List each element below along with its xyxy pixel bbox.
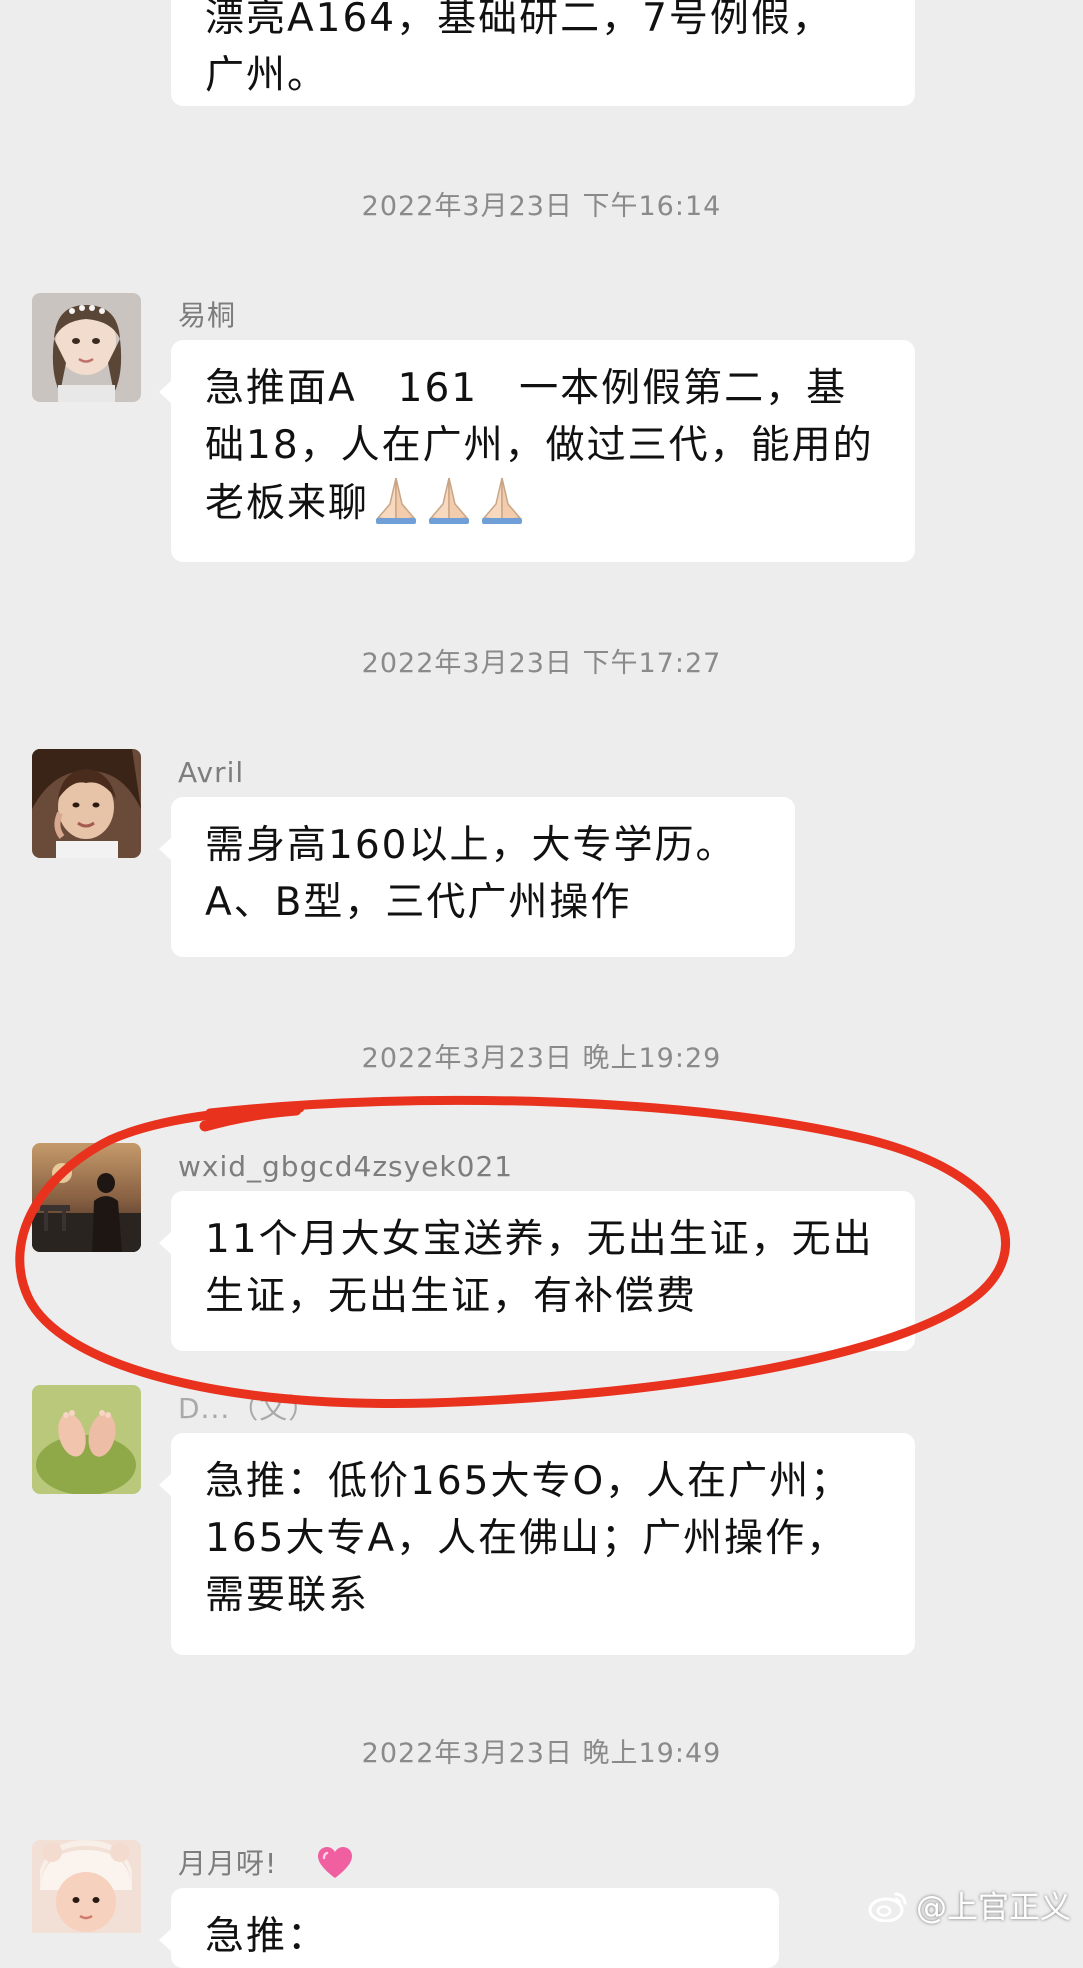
folded-hands-icon (429, 477, 470, 524)
pink-heart-icon (318, 1847, 352, 1878)
message-bubble[interactable]: 11个月大女宝送养，无出生证，无出生证，无出生证，有补偿费 (159, 1191, 915, 1351)
sunset-silhouette-avatar[interactable] (32, 1143, 141, 1252)
message-text: 需身高160以上，大专学历。 (205, 823, 737, 868)
message-bubble[interactable]: 急推：低价165大专O，人在广州；165大专A，人在佛山；广州操作，需要联系 (159, 1433, 915, 1655)
message-timestamp: 2022年3月23日 晚上19:29 (361, 1043, 722, 1074)
message-timestamp: 2022年3月23日 下午16:14 (361, 191, 722, 222)
sender-name: 易桐 (178, 299, 237, 332)
message-text: 急推：低价165大专O，人在广州；165大专A，人在佛山；广州操作，需要联系 (205, 1459, 852, 1618)
message-text: A、B型，三代广州操作 (205, 880, 632, 925)
folded-hands-icon (482, 477, 523, 524)
message-bubble[interactable]: 漂亮A164，基础研二，7号例假， 广州。 (171, 0, 915, 106)
sender-name: 月月呀! (178, 1847, 278, 1880)
message-text: 11个月大女宝送养，无出生证，无出生证，无出生证，有补偿费 (205, 1217, 874, 1319)
message-text: 急推： (205, 1914, 329, 1959)
folded-hands-emoji-group (369, 477, 528, 526)
girl-portrait-avatar[interactable] (32, 293, 141, 402)
message-bubble[interactable]: 急推： (159, 1888, 779, 1968)
sender-name: wxid_gbgcd4zsyek021 (178, 1150, 514, 1183)
message-text: 急推面A 161 一本例假第二，基础18，人在广州，做过三代，能用的老板来聊 (205, 366, 874, 526)
weibo-icon (868, 1892, 907, 1922)
person-photo-avatar[interactable] (32, 749, 141, 858)
watermark: @上官正义 (868, 1882, 1071, 1927)
sender-name: Avril (178, 756, 245, 789)
message-text: 广州。 (205, 53, 329, 98)
message-bubble[interactable]: 急推面A 161 一本例假第二，基础18，人在广州，做过三代，能用的老板来聊 (159, 340, 915, 562)
message-timestamp: 2022年3月23日 下午17:27 (361, 648, 722, 679)
baby-feet-avatar[interactable] (32, 1385, 141, 1494)
message-bubble[interactable]: 需身高160以上，大专学历。 A、B型，三代广州操作 (159, 797, 795, 957)
baby-hat-avatar[interactable] (32, 1840, 141, 1933)
watermark-text: @上官正义 (916, 1890, 1071, 1926)
message-text: 漂亮A164，基础研二，7号例假， (205, 0, 833, 41)
folded-hands-icon (376, 477, 417, 524)
sender-name: D...（文） (178, 1392, 318, 1425)
message-timestamp: 2022年3月23日 晚上19:49 (361, 1738, 722, 1769)
